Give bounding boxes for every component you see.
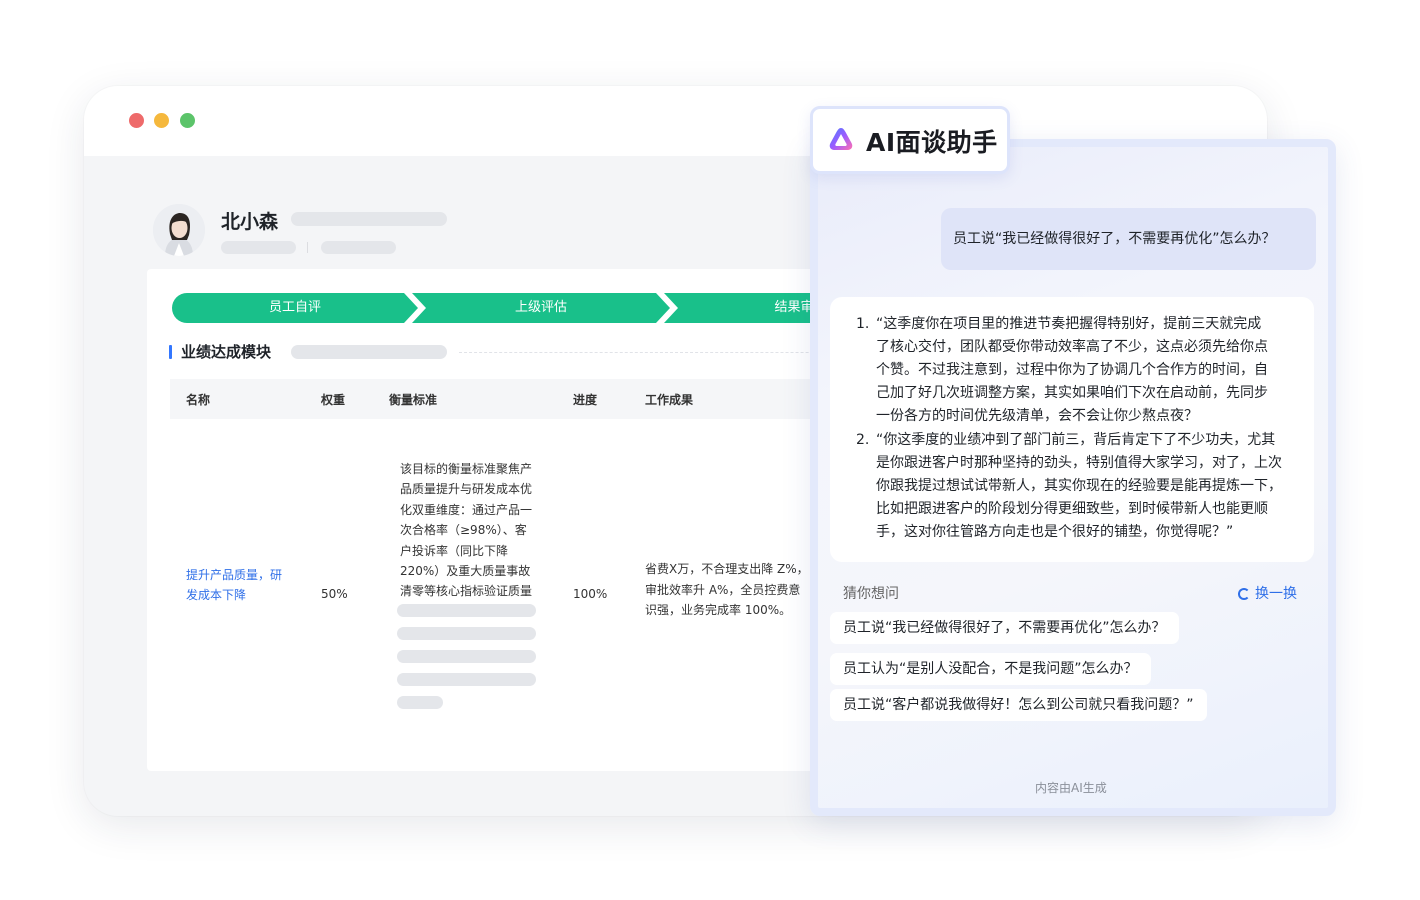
suggested-question[interactable]: 员工说“我已经做得很好了，不需要再优化”怎么办？ (830, 612, 1179, 644)
column-header-result: 工作成果 (645, 393, 694, 407)
suggested-question[interactable]: 员工说“客户都说我做得好！怎么到公司就只看我问题？” (830, 689, 1207, 721)
table-header: 名称 权重 衡量标准 进度 工作成果 (170, 379, 890, 419)
goal-progress: 100% (573, 587, 608, 601)
placeholder-line (221, 241, 296, 254)
section-title: 业绩达成模块 (181, 343, 272, 361)
ai-answer-bubble: 1. “这季度你在项目里的推进节奏把握得特别好，提前三天就完成 了核心交付，团队… (830, 297, 1314, 562)
placeholder-line (397, 673, 536, 686)
ai-disclaimer: 内容由AI生成 (1035, 781, 1107, 795)
goal-criteria: 该目标的衡量标准聚焦产 品质量提升与研发成本优 化双重维度：通过产品一 次合格率… (400, 462, 533, 599)
window-maximize-dot[interactable] (180, 113, 195, 128)
column-header-criteria: 衡量标准 (389, 393, 438, 407)
placeholder-line (397, 627, 536, 640)
suggested-question[interactable]: 员工认为“是别人没配合，不是我问题”怎么办？ (830, 653, 1151, 685)
goal-weight: 50% (321, 587, 348, 601)
refresh-button[interactable]: 换一换 (1238, 583, 1297, 603)
process-steps: 员工自评 上级评估 结果审 (172, 293, 924, 323)
divider (307, 242, 308, 253)
placeholder-line (397, 604, 536, 617)
step-manager-review[interactable]: 上级评估 (412, 293, 670, 323)
employee-name: 北小森 (221, 211, 279, 233)
goal-name-link[interactable]: 提升产品质量，研 发成本下降 (186, 565, 296, 605)
column-header-weight: 权重 (321, 393, 346, 407)
window-close-dot[interactable] (129, 113, 144, 128)
ai-logo-icon (829, 128, 853, 150)
ai-assistant-title: AI面谈助手 (866, 128, 998, 157)
goal-result: 省费X万，不合理支出降 Z%， 审批效率升 A%，全员控费意 识强，业务完成率 … (645, 562, 809, 617)
column-header-name: 名称 (186, 393, 211, 407)
column-header-progress: 进度 (573, 393, 598, 407)
ai-assistant-header: AI面谈助手 (810, 106, 1010, 174)
suggestions-label: 猜你想问 (843, 586, 899, 602)
refresh-icon (1238, 588, 1250, 600)
answer-item: 2. “你这季度的业绩冲到了部门前三，背后肯定下了不少功夫，尤其 是你跟进客户时… (856, 432, 1282, 540)
placeholder-line (397, 696, 443, 709)
window-minimize-dot[interactable] (154, 113, 169, 128)
step-self-review[interactable]: 员工自评 (172, 293, 418, 323)
avatar (153, 204, 205, 256)
section-marker (169, 345, 172, 359)
answer-item: 1. “这季度你在项目里的推进节奏把握得特别好，提前三天就完成 了核心交付，团队… (856, 316, 1268, 424)
placeholder-line (291, 345, 447, 359)
user-question-bubble: 员工说“我已经做得很好了，不需要再优化”怎么办？ (941, 208, 1316, 270)
placeholder-line (291, 212, 447, 226)
placeholder-line (397, 650, 536, 663)
placeholder-line (321, 241, 396, 254)
